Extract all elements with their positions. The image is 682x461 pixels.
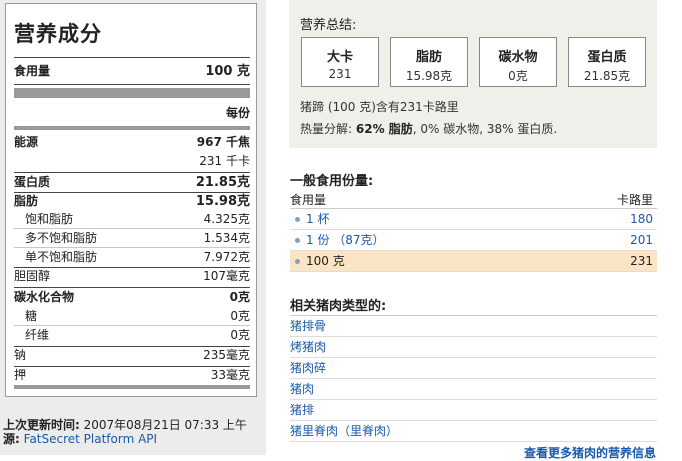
related-link[interactable]: 猪肉碎 xyxy=(290,358,657,379)
bullet-icon xyxy=(295,217,300,222)
serving-option[interactable]: 1 杯 180 xyxy=(290,209,657,230)
energy-kcal: 231 千卡 xyxy=(199,154,250,168)
nutrition-facts-label: 营养成分 食用量 100 克 每份 能源 967 千焦 231 千卡 蛋白质 2… xyxy=(5,3,257,397)
thick-divider xyxy=(14,88,250,98)
fat-value: 15.98克 xyxy=(195,194,250,209)
facts-title: 营养成分 xyxy=(14,22,102,46)
source-link[interactable]: FatSecret Platform API xyxy=(24,432,157,446)
serving-option-selected[interactable]: 100 克 231 xyxy=(290,251,657,272)
more-info-link[interactable]: 查看更多猪肉的营养信息 xyxy=(524,444,656,461)
fiber-label: 纤维 xyxy=(25,328,50,342)
carb-box: 碳水物 0克 xyxy=(479,37,557,87)
sugar-label: 糖 xyxy=(25,309,38,323)
fiber-value: 0克 xyxy=(230,328,250,342)
serving-label: 食用量 xyxy=(14,64,51,78)
energy-label: 能源 xyxy=(14,135,39,149)
related-link[interactable]: 猪肉 xyxy=(290,379,657,400)
nutrition-summary: 营养总结: 大卡 231 脂肪 15.98克 碳水物 0克 蛋白质 21.85克… xyxy=(289,0,657,148)
sat-fat-value: 4.325克 xyxy=(203,212,250,226)
poly-fat-value: 1.534克 xyxy=(203,231,250,245)
cholesterol-label: 胆固醇 xyxy=(14,269,51,283)
mono-fat-value: 7.972克 xyxy=(203,250,250,264)
fat-box: 脂肪 15.98克 xyxy=(390,37,468,87)
serving-value: 100 克 xyxy=(205,64,250,79)
divider xyxy=(14,247,250,248)
bullet-icon xyxy=(295,238,300,243)
fat-label: 脂肪 xyxy=(14,194,39,208)
divider xyxy=(14,57,250,58)
energy-kj: 967 千焦 xyxy=(196,135,250,149)
servings-header: 食用量 卡路里 xyxy=(290,191,657,208)
mono-fat-label: 单不饱和脂肪 xyxy=(25,250,98,264)
bottom-divider xyxy=(14,385,250,389)
source-line: 源: FatSecret Platform API xyxy=(3,432,158,446)
divider xyxy=(14,192,250,193)
divider xyxy=(14,84,250,85)
protein-value: 21.85克 xyxy=(195,175,250,190)
poly-fat-label: 多不饱和脂肪 xyxy=(25,231,98,245)
mid-divider xyxy=(14,126,250,130)
potassium-label: 押 xyxy=(14,368,27,382)
protein-box: 蛋白质 21.85克 xyxy=(568,37,646,87)
summary-title: 营养总结: xyxy=(300,18,357,33)
related-link[interactable]: 猪排骨 xyxy=(290,316,657,337)
amount-col-header: 食用量 xyxy=(290,193,327,207)
divider xyxy=(14,228,250,229)
calorie-breakdown-line: 热量分解: 62% 脂肪, 0% 碳水物, 38% 蛋白质. xyxy=(300,122,558,136)
divider xyxy=(14,267,250,268)
calorie-summary-line: 猪蹄 (100 克)含有231卡路里 xyxy=(300,100,459,114)
update-footer: 上次更新时间: 2007年08月21日 07:33 上午 源: FatSecre… xyxy=(3,418,247,446)
sodium-value: 235毫克 xyxy=(203,348,250,362)
divider xyxy=(14,366,250,367)
related-link[interactable]: 猪里脊肉（里脊肉） xyxy=(290,421,657,442)
potassium-value: 33毫克 xyxy=(210,368,250,382)
nutrition-facts-panel: 营养成分 食用量 100 克 每份 能源 967 千焦 231 千卡 蛋白质 2… xyxy=(0,0,266,455)
carb-label: 碳水化合物 xyxy=(14,290,75,304)
related-link[interactable]: 猪排 xyxy=(290,400,657,421)
calories-box: 大卡 231 xyxy=(301,37,379,87)
protein-label: 蛋白质 xyxy=(14,175,51,189)
last-updated: 上次更新时间: 2007年08月21日 07:33 上午 xyxy=(3,418,247,432)
sat-fat-label: 饱和脂肪 xyxy=(25,212,74,226)
divider xyxy=(14,172,250,173)
related-link[interactable]: 烤猪肉 xyxy=(290,337,657,358)
divider xyxy=(14,346,250,347)
servings-title: 一般食用份量: xyxy=(290,174,374,189)
serving-option[interactable]: 1 份 （87克） 201 xyxy=(290,230,657,251)
calories-col-header: 卡路里 xyxy=(616,193,653,207)
sugar-value: 0克 xyxy=(230,309,250,323)
related-title: 相关猪肉类型的: xyxy=(290,299,387,314)
cholesterol-value: 107毫克 xyxy=(203,269,250,283)
carb-value: 0克 xyxy=(229,290,250,304)
per-label: 每份 xyxy=(225,106,250,120)
divider xyxy=(14,325,250,326)
divider xyxy=(14,287,250,288)
bullet-icon xyxy=(295,259,300,264)
sodium-label: 钠 xyxy=(14,348,27,362)
